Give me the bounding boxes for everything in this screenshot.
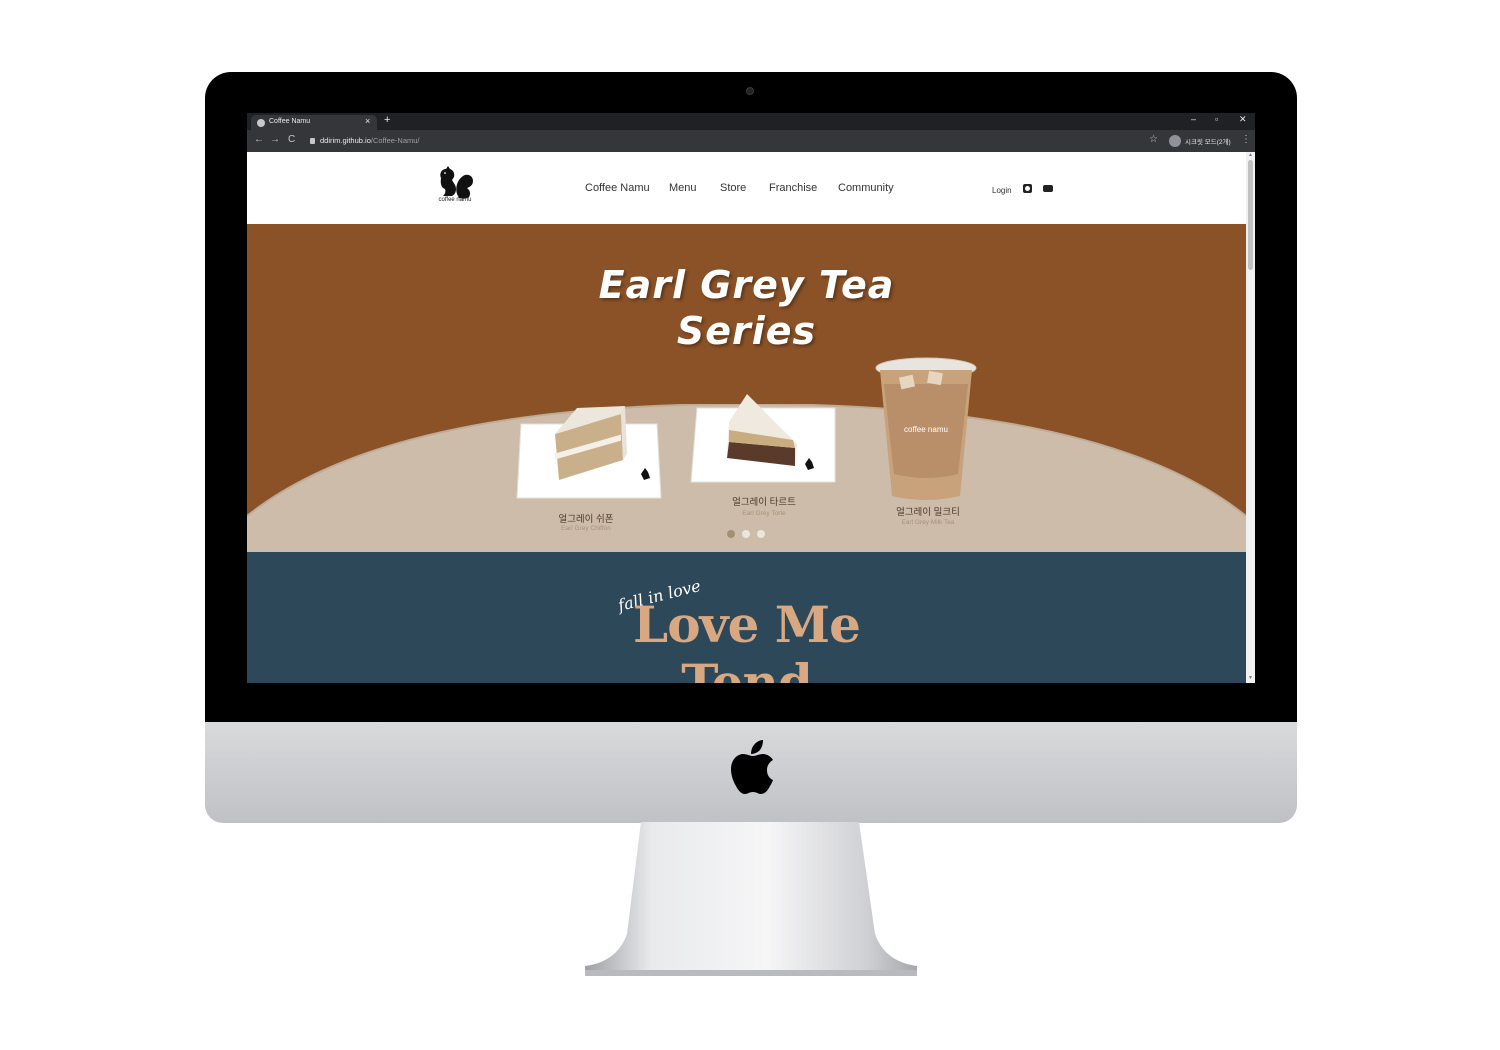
- back-button[interactable]: ←: [254, 134, 264, 145]
- scroll-down-icon[interactable]: ▼: [1248, 675, 1253, 681]
- hero-title: Earl Grey Tea Series: [247, 262, 1246, 354]
- screen: Coffee Namu × + – ▫ ✕ ← → C ddirim.githu…: [247, 113, 1255, 683]
- lock-icon: [310, 138, 315, 144]
- nav-coffee-namu[interactable]: Coffee Namu: [585, 182, 650, 194]
- favicon-icon: [257, 119, 265, 127]
- love-me-section: fall in love Love Me Tend: [247, 552, 1246, 683]
- imac-stand: [585, 822, 917, 976]
- new-tab-button[interactable]: +: [384, 114, 390, 126]
- love-title-line2: Tend: [681, 653, 813, 684]
- login-link[interactable]: Login: [992, 186, 1012, 195]
- minimize-button[interactable]: –: [1191, 114, 1196, 124]
- blog-icon[interactable]: [1043, 185, 1053, 192]
- hero-title-line2: Series: [676, 309, 817, 353]
- product-name-torte: 얼그레이 타르트: [732, 497, 796, 508]
- webcam: [746, 87, 754, 95]
- product-sub-torte: Earl Grey Torte: [742, 510, 786, 517]
- slide-dot-3[interactable]: [757, 530, 765, 538]
- love-title-line1: Love Me: [633, 595, 861, 654]
- nav-menu[interactable]: Menu: [669, 182, 697, 194]
- product-name-milk-tea: 얼그레이 밀크티: [896, 507, 960, 518]
- earl-grey-milk-tea-image[interactable]: coffee namu: [872, 354, 980, 504]
- url-path: /Coffee-Namu/: [370, 136, 420, 145]
- forward-button[interactable]: →: [270, 134, 280, 145]
- profile-avatar[interactable]: [1169, 135, 1181, 147]
- nav-franchise[interactable]: Franchise: [769, 182, 817, 194]
- close-window-button[interactable]: ✕: [1239, 114, 1247, 125]
- hero-banner: Earl Grey Tea Series 얼그레이 쉬폰 Earl Grey C…: [247, 224, 1246, 552]
- hero-title-line1: Earl Grey Tea: [598, 263, 895, 307]
- nav-community[interactable]: Community: [838, 182, 894, 194]
- tab-close-icon[interactable]: ×: [365, 116, 370, 126]
- site-header: coffee namu Coffee Namu Menu Store Franc…: [247, 152, 1246, 224]
- logo-text: coffee namu: [438, 197, 472, 203]
- love-title: Love Me Tend: [247, 595, 1246, 684]
- restore-button[interactable]: ▫: [1215, 114, 1218, 124]
- earl-grey-chiffon-image[interactable]: [515, 394, 663, 514]
- scroll-up-icon[interactable]: ▲: [1248, 152, 1253, 158]
- tab-title: Coffee Namu: [269, 118, 311, 125]
- apple-logo-icon: [731, 740, 773, 794]
- profile-label[interactable]: 시크릿 모드(2개): [1185, 136, 1231, 146]
- page-scrollbar[interactable]: ▲ ▼: [1246, 152, 1255, 683]
- browser-tab[interactable]: Coffee Namu ×: [251, 115, 377, 130]
- url-field[interactable]: ddirim.github.io/Coffee-Namu/: [320, 136, 420, 145]
- bookmark-star-icon[interactable]: ☆: [1149, 134, 1158, 145]
- product-name-chiffon: 얼그레이 쉬폰: [558, 514, 614, 525]
- cup-label: coffee namu: [904, 425, 948, 434]
- slide-dot-1[interactable]: [727, 530, 735, 538]
- browser-menu-icon[interactable]: ⋮: [1241, 134, 1251, 145]
- nav-store[interactable]: Store: [720, 182, 746, 194]
- instagram-icon[interactable]: [1023, 184, 1032, 193]
- browser-tab-bar: Coffee Namu × + – ▫ ✕: [247, 113, 1255, 130]
- slide-dot-2[interactable]: [742, 530, 750, 538]
- product-sub-chiffon: Earl Grey Chiffon: [561, 525, 611, 532]
- url-host: ddirim.github.io: [320, 136, 371, 145]
- reload-button[interactable]: C: [288, 134, 295, 145]
- scroll-thumb[interactable]: [1248, 160, 1253, 270]
- earl-grey-torte-image[interactable]: [689, 384, 839, 496]
- product-sub-milk-tea: Earl Grey Milk Tea: [901, 519, 955, 526]
- browser-address-bar: ← → C ddirim.github.io/Coffee-Namu/ ☆ 시크…: [247, 130, 1255, 152]
